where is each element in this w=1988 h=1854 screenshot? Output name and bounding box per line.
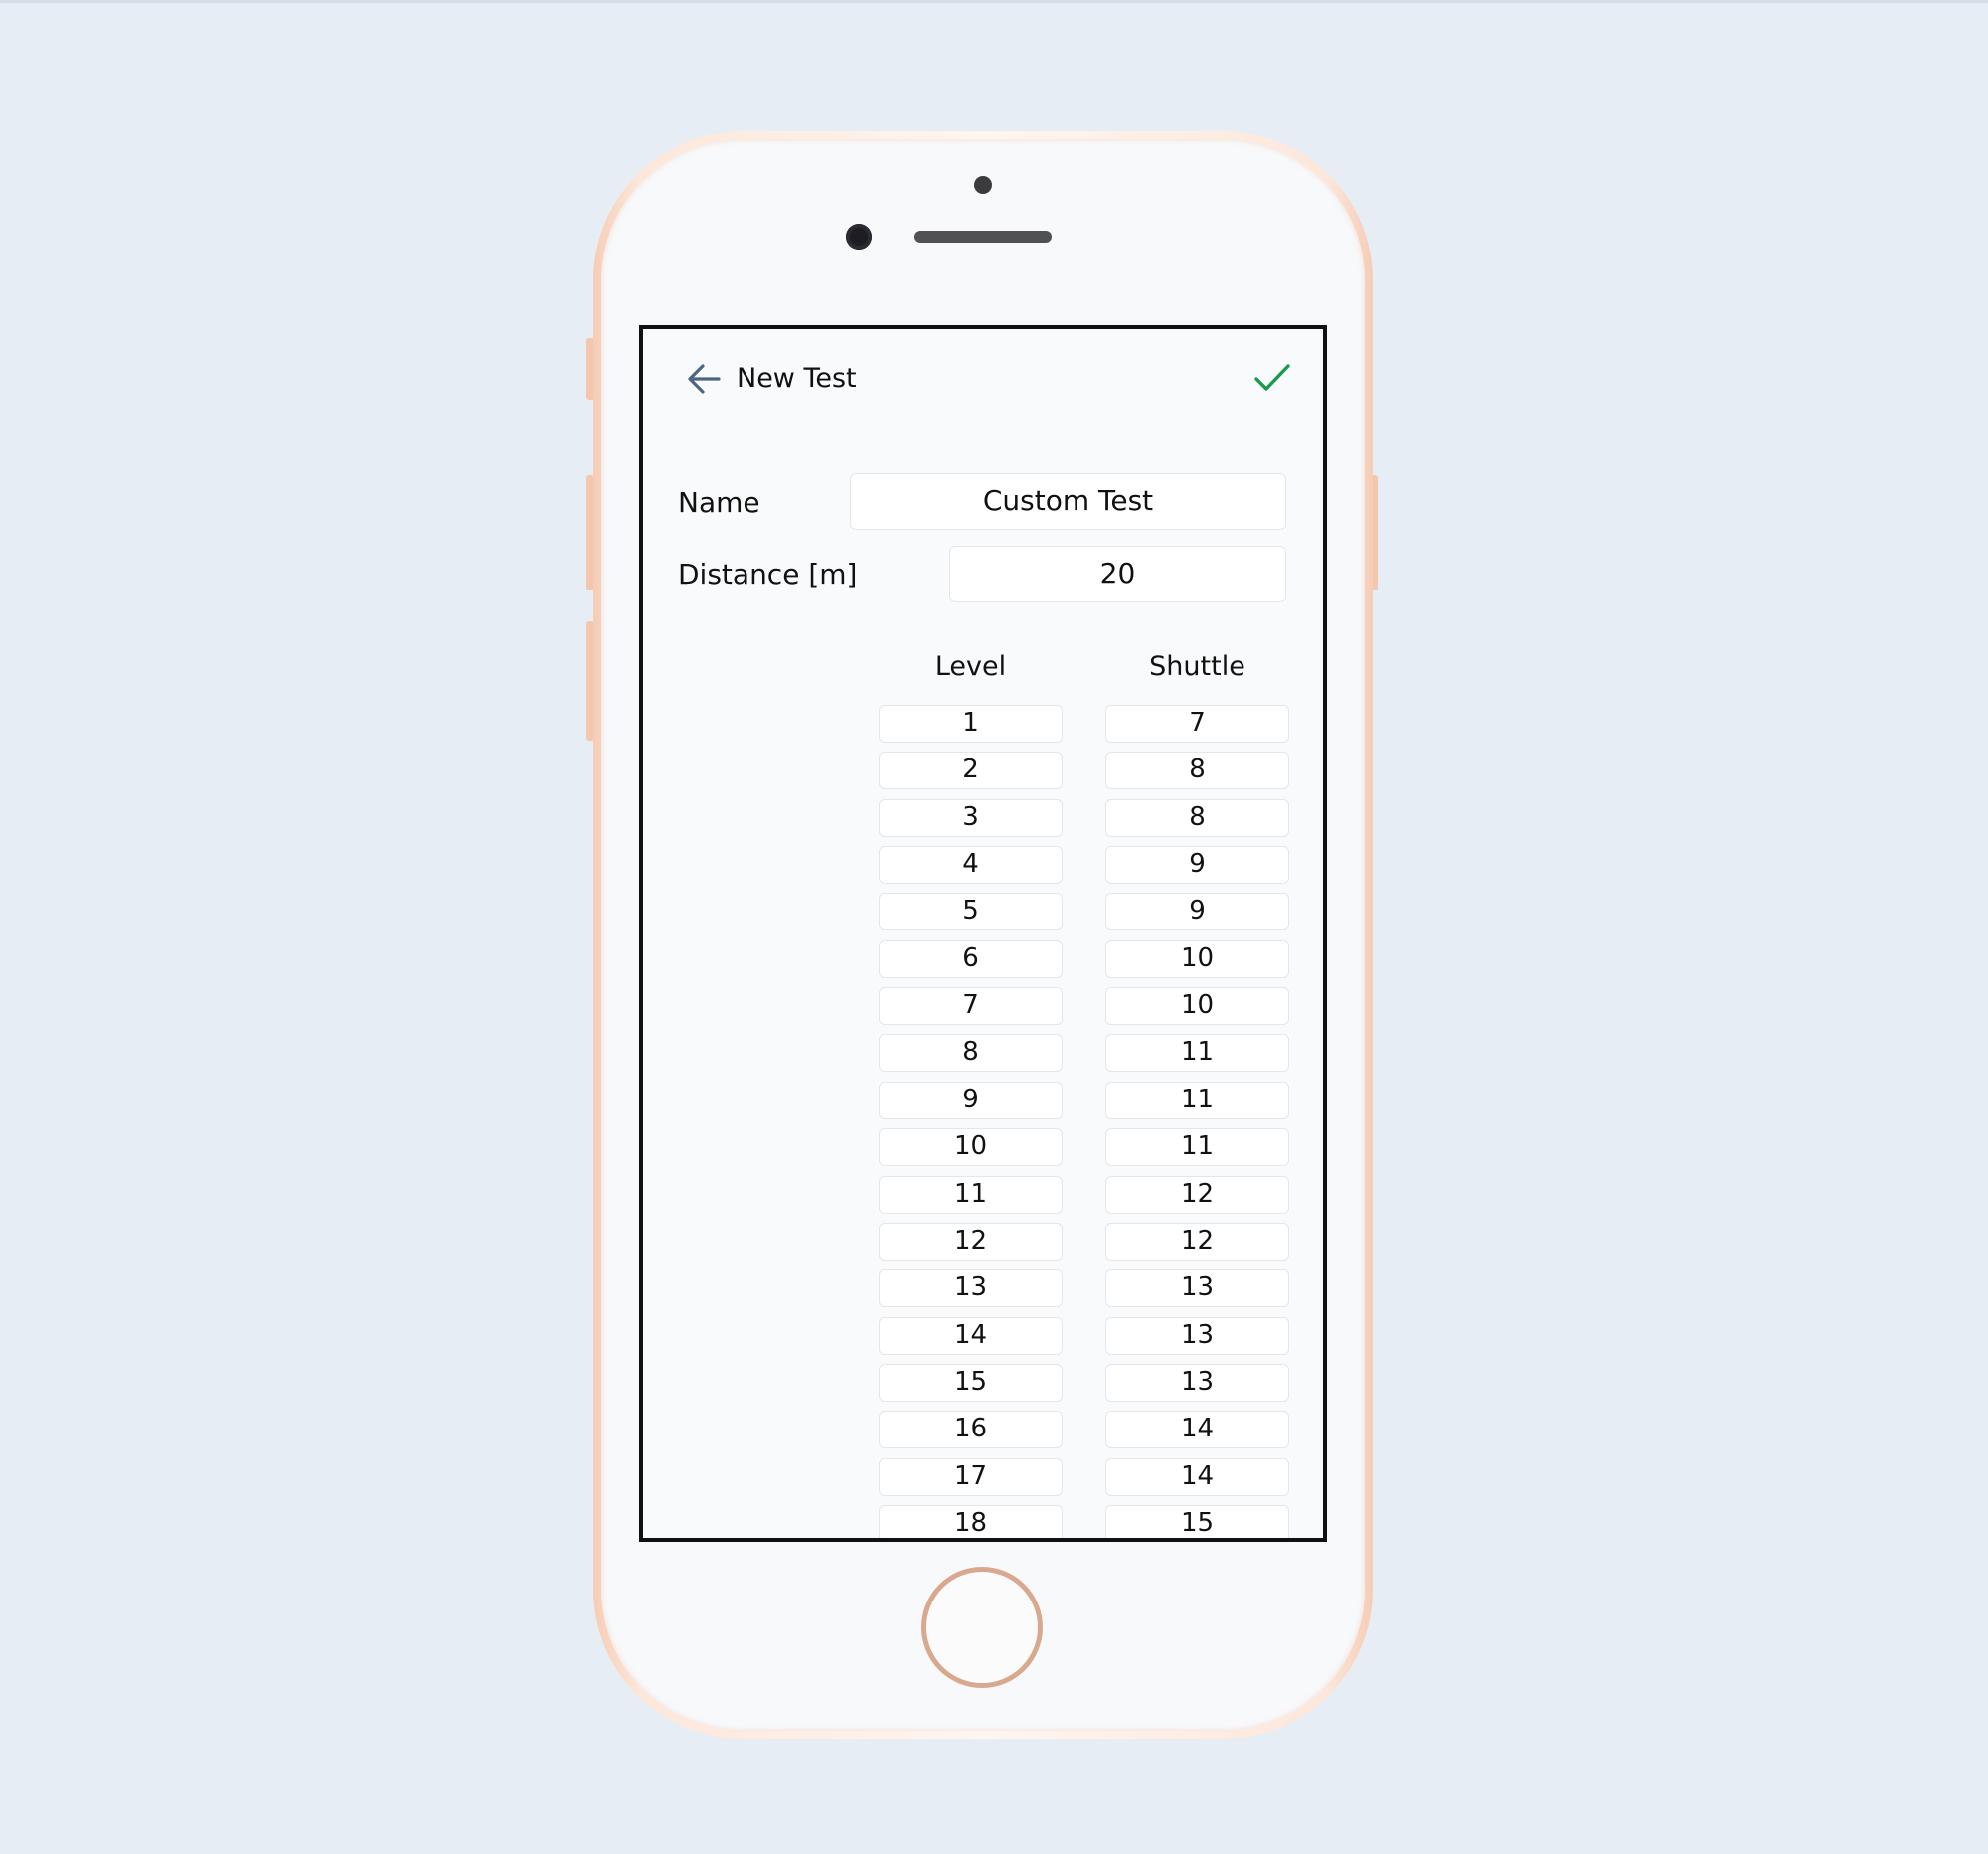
level-input[interactable]: 12 bbox=[879, 1223, 1063, 1261]
level-column-header: Level bbox=[934, 651, 1007, 682]
name-input[interactable]: Custom Test bbox=[850, 473, 1286, 530]
shuttle-input[interactable]: 14 bbox=[1105, 1458, 1289, 1496]
level-input[interactable]: 1 bbox=[879, 705, 1063, 743]
level-input[interactable]: 17 bbox=[879, 1458, 1063, 1496]
shuttle-input[interactable]: 8 bbox=[1105, 799, 1289, 837]
earpiece-speaker bbox=[914, 231, 1052, 243]
shuttle-input[interactable]: 9 bbox=[1105, 893, 1289, 930]
shuttle-input[interactable]: 10 bbox=[1105, 987, 1289, 1025]
level-input[interactable]: 4 bbox=[879, 846, 1063, 884]
level-input[interactable]: 9 bbox=[879, 1082, 1063, 1119]
level-input[interactable]: 14 bbox=[879, 1317, 1063, 1355]
distance-input[interactable]: 20 bbox=[949, 546, 1286, 602]
shuttle-input[interactable]: 13 bbox=[1105, 1364, 1289, 1402]
level-input[interactable]: 7 bbox=[879, 987, 1063, 1025]
home-button bbox=[921, 1567, 1043, 1688]
shuttle-input[interactable]: 13 bbox=[1105, 1269, 1289, 1307]
shuttle-input[interactable]: 14 bbox=[1105, 1411, 1289, 1448]
shuttle-input[interactable]: 13 bbox=[1105, 1317, 1289, 1355]
level-input[interactable]: 11 bbox=[879, 1176, 1063, 1214]
shuttle-input[interactable]: 15 bbox=[1105, 1505, 1289, 1538]
shuttle-input[interactable]: 12 bbox=[1105, 1223, 1289, 1261]
shuttle-input[interactable]: 10 bbox=[1105, 940, 1289, 978]
shuttle-input[interactable]: 8 bbox=[1105, 752, 1289, 789]
shuttle-input[interactable]: 11 bbox=[1105, 1128, 1289, 1166]
level-input[interactable]: 10 bbox=[879, 1128, 1063, 1166]
shuttle-input[interactable]: 12 bbox=[1105, 1176, 1289, 1214]
name-label: Name bbox=[678, 486, 760, 519]
page-top-divider bbox=[0, 0, 1988, 3]
shuttle-input[interactable]: 9 bbox=[1105, 846, 1289, 884]
shuttle-input[interactable]: 7 bbox=[1105, 705, 1289, 743]
app-header: New Test bbox=[643, 329, 1323, 419]
app-screen: New Test Name Custom Test Distance [m] 2… bbox=[639, 325, 1327, 1542]
checkmark-icon bbox=[1254, 364, 1290, 391]
distance-label: Distance [m] bbox=[678, 558, 858, 590]
confirm-button[interactable] bbox=[1253, 361, 1291, 395]
back-button[interactable] bbox=[685, 361, 723, 397]
front-camera bbox=[846, 224, 872, 250]
level-input[interactable]: 3 bbox=[879, 799, 1063, 837]
shuttle-input[interactable]: 11 bbox=[1105, 1082, 1289, 1119]
level-input[interactable]: 16 bbox=[879, 1411, 1063, 1448]
level-input[interactable]: 15 bbox=[879, 1364, 1063, 1402]
arrow-left-icon bbox=[688, 364, 721, 394]
shuttle-column-header: Shuttle bbox=[1149, 651, 1245, 682]
level-input[interactable]: 13 bbox=[879, 1269, 1063, 1307]
level-input[interactable]: 5 bbox=[879, 893, 1063, 930]
level-input[interactable]: 2 bbox=[879, 752, 1063, 789]
page-title: New Test bbox=[737, 363, 857, 394]
level-input[interactable]: 6 bbox=[879, 940, 1063, 978]
level-input[interactable]: 18 bbox=[879, 1505, 1063, 1538]
proximity-sensor bbox=[974, 176, 992, 194]
shuttle-input[interactable]: 11 bbox=[1105, 1034, 1289, 1072]
level-input[interactable]: 8 bbox=[879, 1034, 1063, 1072]
